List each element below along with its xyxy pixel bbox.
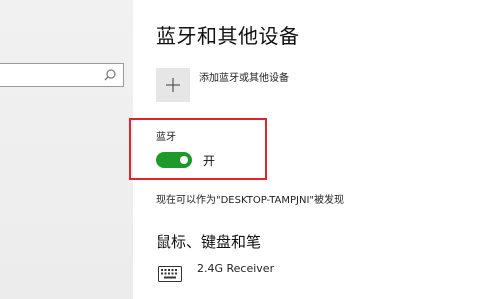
plus-icon — [166, 78, 180, 92]
highlight-box — [129, 118, 267, 180]
sidebar — [0, 0, 133, 299]
discoverable-text: 现在可以作为"DESKTOP-TAMPJNI"被发现 — [156, 195, 345, 206]
keyboard-icon — [158, 266, 182, 282]
bluetooth-toggle-state: 开 — [203, 154, 216, 168]
add-device-button[interactable] — [156, 68, 190, 102]
devices-section-title: 鼠标、键盘和笔 — [156, 233, 262, 251]
bluetooth-toggle[interactable] — [156, 152, 192, 168]
bluetooth-label: 蓝牙 — [156, 132, 176, 143]
search-input[interactable] — [0, 63, 124, 87]
add-device-label[interactable]: 添加蓝牙或其他设备 — [199, 69, 289, 84]
toggle-knob — [180, 156, 188, 164]
search-icon — [104, 69, 116, 81]
page-title: 蓝牙和其他设备 — [156, 24, 300, 48]
device-name[interactable]: 2.4G Receiver — [197, 262, 274, 275]
